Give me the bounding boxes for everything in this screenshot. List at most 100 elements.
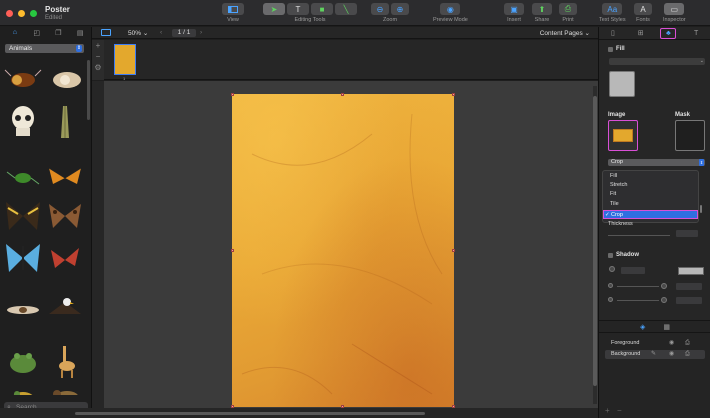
fill-type-select[interactable]: ⌄: [609, 58, 705, 65]
poster-image[interactable]: [232, 94, 454, 407]
layer-row-background[interactable]: Background ✎ ◉ ⎙: [605, 350, 705, 359]
selection-handle[interactable]: [341, 93, 344, 96]
insert-button[interactable]: ▣: [504, 3, 524, 15]
zoom-in-button[interactable]: ⊕: [391, 3, 409, 15]
library-item[interactable]: [3, 342, 43, 378]
shadow-offset-slider[interactable]: [617, 300, 659, 301]
content-pages-select[interactable]: Content Pages ⌄: [540, 29, 590, 37]
library-item[interactable]: [45, 198, 85, 234]
line-tool-button[interactable]: ╲: [335, 3, 357, 15]
library-item[interactable]: [45, 378, 85, 395]
library-tab-home[interactable]: ⌂: [4, 28, 26, 37]
library-tab-documents[interactable]: ▤: [69, 28, 91, 37]
library-item[interactable]: [3, 104, 43, 140]
remove-page-icon[interactable]: −: [92, 51, 104, 62]
library-item[interactable]: [45, 160, 85, 196]
tab-text[interactable]: T: [688, 28, 704, 39]
library-item[interactable]: [45, 342, 85, 378]
gear-icon[interactable]: ⚙: [92, 62, 104, 73]
page-view-icon[interactable]: [101, 29, 111, 36]
image-scaling-select[interactable]: Crop ⇕: [608, 159, 705, 166]
printer-icon[interactable]: ⎙: [685, 350, 690, 359]
library-item[interactable]: [3, 198, 43, 234]
inspector-label: Inspector: [663, 17, 686, 23]
shape-icon: ■: [319, 4, 325, 14]
layers-footer: + −: [599, 406, 710, 418]
shadow-color-well[interactable]: [678, 267, 704, 275]
shadow-angle-knob[interactable]: [609, 266, 615, 272]
shadow-angle-field[interactable]: [621, 267, 645, 274]
print-button[interactable]: ⎙: [559, 3, 577, 15]
fonts-button[interactable]: A: [634, 3, 652, 15]
fill-checkbox[interactable]: [608, 47, 613, 52]
selection-handle[interactable]: [231, 93, 234, 96]
tab-layout[interactable]: ⊞: [633, 28, 649, 39]
library-item[interactable]: [45, 62, 85, 98]
scroll-thumb[interactable]: [593, 96, 597, 386]
tab-document[interactable]: ▯: [605, 28, 621, 39]
tab-style[interactable]: ♣: [660, 27, 677, 39]
text-styles-button[interactable]: Aa: [602, 3, 623, 15]
image-well[interactable]: [608, 120, 638, 151]
library-item[interactable]: [3, 292, 43, 328]
thickness-slider[interactable]: [608, 235, 670, 236]
selection-handle[interactable]: [452, 249, 455, 252]
eye-icon[interactable]: ◉: [669, 339, 674, 348]
pencil-icon[interactable]: ✎: [651, 350, 656, 359]
shadow-offset-field[interactable]: [676, 297, 702, 304]
library-tab-images[interactable]: ❐: [48, 28, 70, 37]
library-item[interactable]: [3, 62, 43, 98]
library-category-select[interactable]: Animals ⇕: [5, 44, 84, 53]
library-item[interactable]: [45, 292, 85, 328]
fill-color-well[interactable]: [609, 71, 635, 97]
add-page-icon[interactable]: +: [92, 40, 104, 51]
shadow-checkbox[interactable]: [608, 253, 613, 258]
text-tool-button[interactable]: T: [287, 3, 309, 15]
canvas[interactable]: [92, 81, 598, 408]
page-thumbnail[interactable]: [114, 44, 136, 75]
library-item[interactable]: [45, 104, 85, 140]
shadow-blur-field[interactable]: [676, 283, 702, 290]
share-button[interactable]: ⬆: [532, 3, 552, 15]
remove-layer-icon[interactable]: −: [617, 406, 622, 415]
layer-row-foreground[interactable]: Foreground ◉ ⎙: [605, 339, 705, 348]
printer-icon[interactable]: ⎙: [685, 339, 690, 348]
close-window-button[interactable]: [6, 10, 13, 17]
canvas-horizontal-scrollbar[interactable]: [0, 408, 598, 418]
zoom-level-select[interactable]: 50% ⌄: [128, 29, 148, 37]
library-item[interactable]: [3, 378, 43, 395]
layers-grid-icon[interactable]: ▦: [663, 323, 670, 331]
thickness-field[interactable]: [676, 230, 698, 237]
add-layer-icon[interactable]: +: [605, 406, 610, 415]
menu-item-crop[interactable]: ✓ Crop: [603, 210, 698, 219]
select-tool-button[interactable]: ➤: [263, 3, 285, 15]
selection-handle[interactable]: [231, 249, 234, 252]
selection-handle[interactable]: [452, 93, 455, 96]
library-scrollbar[interactable]: [87, 60, 90, 120]
previous-page-icon[interactable]: ‹: [160, 29, 162, 36]
layers-stack-icon[interactable]: ◈: [640, 323, 645, 331]
document-icon: ▤: [76, 29, 84, 37]
library-tab-shapes[interactable]: ◰: [26, 28, 48, 37]
canvas-vertical-scrollbar[interactable]: [593, 86, 597, 404]
shape-tool-button[interactable]: ■: [311, 3, 333, 15]
menu-item-fill[interactable]: Fill: [603, 172, 698, 181]
view-button[interactable]: [222, 3, 244, 15]
mask-well[interactable]: [675, 120, 705, 151]
minimize-window-button[interactable]: [18, 10, 25, 17]
inspector-button[interactable]: ▭: [664, 3, 685, 15]
library-item[interactable]: [45, 240, 85, 276]
scroll-thumb[interactable]: [75, 412, 425, 415]
zoom-out-button[interactable]: ⊖: [371, 3, 389, 15]
library-item[interactable]: [3, 240, 43, 276]
preview-mode-button[interactable]: ◉: [440, 3, 461, 15]
next-page-icon[interactable]: ›: [200, 29, 202, 36]
menu-item-fit[interactable]: Fit: [603, 190, 698, 199]
library-item[interactable]: [3, 160, 43, 196]
eye-icon[interactable]: ◉: [669, 350, 674, 359]
menu-item-stretch[interactable]: Stretch: [603, 181, 698, 190]
menu-scrollbar[interactable]: [700, 205, 702, 213]
menu-item-tile[interactable]: Tile: [603, 200, 698, 209]
zoom-window-button[interactable]: [30, 10, 37, 17]
shadow-blur-slider[interactable]: [617, 286, 659, 287]
